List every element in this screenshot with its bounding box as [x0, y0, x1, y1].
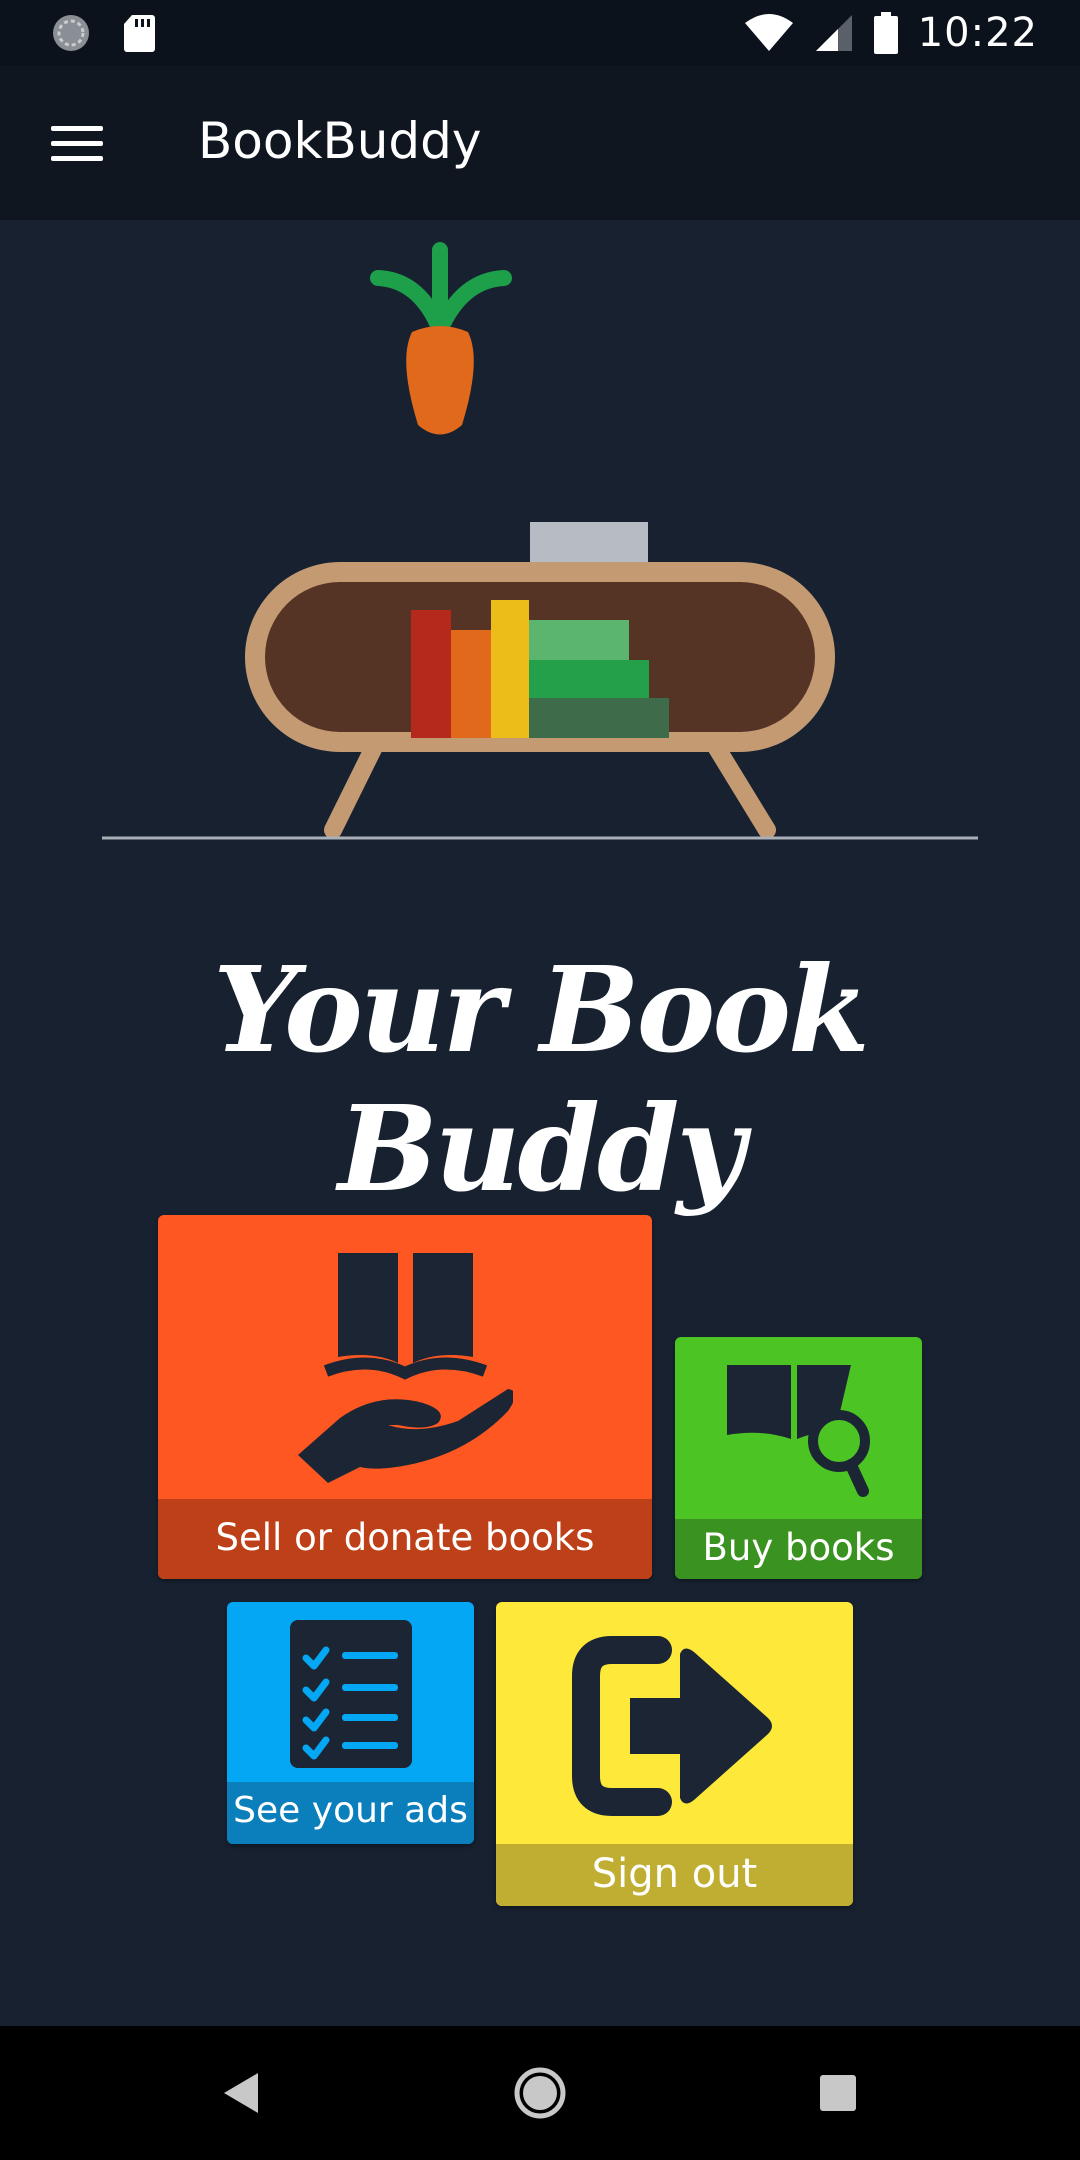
- buy-books-label: Buy books: [675, 1519, 922, 1579]
- book-on-top: [530, 522, 648, 564]
- hamburger-menu-icon[interactable]: [36, 109, 118, 177]
- app-bar: BookBuddy: [0, 66, 1080, 220]
- battery-icon: [873, 12, 898, 54]
- status-bar: 10:22: [0, 0, 1080, 66]
- buy-books-button[interactable]: Buy books: [675, 1337, 922, 1579]
- sign-out-label: Sign out: [496, 1844, 853, 1906]
- bookshelf-illustration: [102, 242, 978, 840]
- see-ads-label: See your ads: [227, 1782, 474, 1844]
- sell-donate-label: Sell or donate books: [158, 1499, 652, 1579]
- book-search-icon: [727, 1365, 870, 1497]
- sell-donate-button[interactable]: Sell or donate books: [158, 1215, 652, 1579]
- recents-icon[interactable]: [798, 2053, 878, 2133]
- sign-out-button[interactable]: Sign out: [496, 1602, 853, 1906]
- system-nav-bar: [0, 2026, 1080, 2160]
- book-in-hand-icon: [298, 1253, 513, 1483]
- see-ads-button[interactable]: See your ads: [227, 1602, 474, 1844]
- app-title: BookBuddy: [198, 112, 482, 170]
- tagline: Your Book Buddy: [213, 940, 870, 1218]
- shelf-leg-left: [324, 736, 384, 839]
- clock: 10:22: [917, 10, 1038, 56]
- wifi-icon: [744, 14, 793, 51]
- back-icon[interactable]: [202, 2053, 282, 2133]
- plant-icon: [370, 242, 512, 435]
- home-icon[interactable]: [500, 2053, 580, 2133]
- status-left-icons: [50, 12, 156, 54]
- sign-out-arrow-icon: [572, 1636, 772, 1816]
- signal-icon: [815, 15, 852, 51]
- sd-card-icon: [124, 15, 155, 52]
- checklist-icon: [290, 1620, 412, 1768]
- sync-icon: [53, 15, 89, 51]
- status-right-icons: 10:22: [744, 0, 1038, 66]
- shelf-leg-right: [706, 736, 776, 839]
